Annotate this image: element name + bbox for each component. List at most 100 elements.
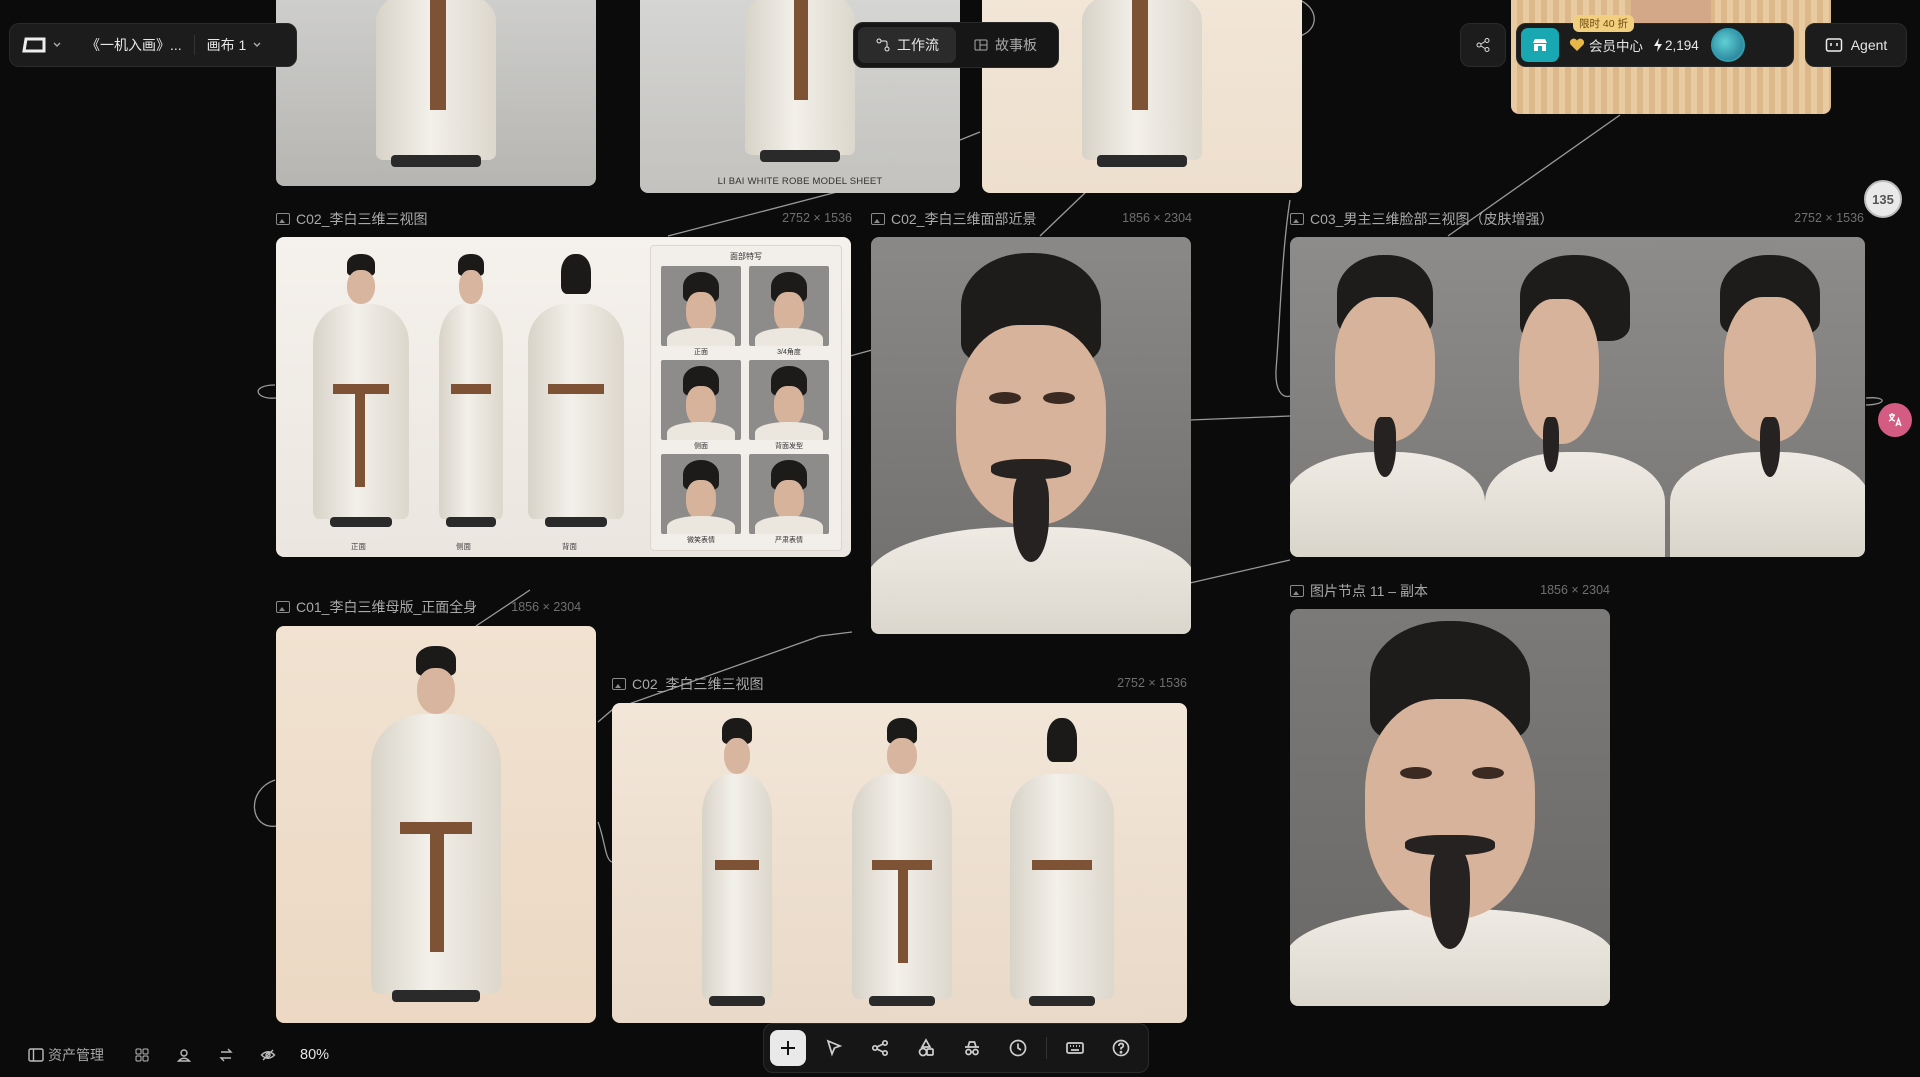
node-image	[1290, 237, 1865, 557]
face-thumbnail	[749, 360, 829, 440]
help-button[interactable]	[1103, 1030, 1139, 1066]
node-size: 1856 × 2304	[511, 600, 582, 614]
bottom-toolbar	[763, 1023, 1149, 1073]
face-thumbnail-label: 背面发型	[775, 443, 803, 450]
node-c02-face-closeup[interactable]	[871, 237, 1191, 634]
node-title: C02_李白三维面部近景	[871, 208, 1036, 230]
face-render	[1290, 609, 1610, 1006]
node-title: C02_李白三维三视图	[612, 673, 763, 695]
account-pill: 限时 40 折 会员中心 2,194	[1516, 15, 1794, 67]
avatar[interactable]	[1710, 28, 1745, 62]
chevron-down-icon	[253, 42, 261, 47]
user-icon[interactable]	[176, 1047, 192, 1063]
credits-display[interactable]: 2,194	[1653, 38, 1699, 53]
select-tool-button[interactable]	[816, 1030, 852, 1066]
face-thumbnail-label: 3/4角度	[777, 349, 801, 356]
translate-icon	[1888, 413, 1902, 427]
floating-badge[interactable]: 135	[1864, 180, 1902, 218]
image-icon	[1290, 213, 1304, 225]
top-node-left[interactable]	[276, 0, 596, 186]
plus-icon	[781, 1041, 795, 1055]
swap-icon[interactable]	[218, 1047, 234, 1063]
mode-switch: 工作流 故事板	[853, 22, 1059, 68]
translate-button[interactable]	[1878, 403, 1912, 437]
face-thumbnail	[661, 454, 741, 534]
figure-label-back: 背面	[562, 542, 577, 551]
figure-label-front: 正面	[351, 542, 366, 551]
sidebar-panel-icon	[28, 1048, 44, 1062]
logo-icon	[22, 37, 46, 53]
node-size: 1856 × 2304	[1540, 583, 1610, 597]
shapes-icon	[918, 1038, 934, 1057]
node-image	[871, 237, 1191, 634]
node-title: 图片节点 11 – 副本	[1290, 580, 1428, 602]
add-node-button[interactable]	[770, 1030, 806, 1066]
node-c02-three-view[interactable]	[612, 703, 1187, 1023]
question-icon	[1112, 1039, 1130, 1057]
figure-side	[416, 252, 526, 542]
face-render	[871, 237, 1191, 634]
image-icon	[1290, 585, 1304, 597]
face-collar	[667, 516, 735, 534]
image-icon	[276, 601, 290, 613]
face-collar	[667, 422, 735, 440]
node-c02-three-view-sheet[interactable]: 正面 侧面 背面 面部特写 正面 3/4角度 侧面 背面发型 微笑表情 严肃表情	[276, 237, 851, 557]
figure-side	[682, 718, 792, 1018]
figure	[366, 646, 506, 1016]
figure-back	[1002, 718, 1122, 1018]
project-menu: 《一机入画》... 画布 1	[9, 23, 297, 67]
nodes-icon	[871, 1039, 889, 1057]
shapes-tool-button[interactable]	[908, 1030, 944, 1066]
node-c01-full-body[interactable]	[276, 626, 596, 1023]
tab-storyboard[interactable]: 故事板	[956, 27, 1054, 63]
history-button[interactable]	[1000, 1030, 1036, 1066]
node-image	[612, 703, 1187, 1023]
member-center-button[interactable]: 限时 40 折 会员中心	[1569, 15, 1643, 55]
face-profile	[1480, 237, 1670, 557]
node-image	[276, 0, 596, 186]
node-title: C02_李白三维三视图	[276, 208, 427, 230]
figure	[366, 0, 506, 180]
node-image: 正面 侧面 背面 面部特写 正面 3/4角度 侧面 背面发型 微笑表情 严肃表情	[276, 237, 851, 557]
node-image	[1290, 609, 1610, 1006]
share-button[interactable]	[1460, 23, 1506, 67]
figure-front	[842, 718, 962, 1018]
agent-button[interactable]: Agent	[1805, 23, 1907, 67]
store-button[interactable]	[1521, 28, 1559, 62]
node-size: 2752 × 1536	[1794, 211, 1864, 225]
keyboard-shortcuts-button[interactable]	[1057, 1030, 1093, 1066]
face-skin	[686, 386, 716, 426]
face-thumbnail	[661, 360, 741, 440]
grid-icon[interactable]	[134, 1047, 150, 1063]
chevron-down-icon	[53, 42, 61, 47]
face-collar	[755, 422, 823, 440]
face-thumbnail-label: 正面	[694, 349, 708, 356]
image-icon	[871, 213, 885, 225]
store-icon	[1533, 39, 1547, 51]
node-title: C01_李白三维母版_正面全身 1856 × 2304	[276, 596, 581, 618]
face-collar	[755, 328, 823, 346]
heart-icon	[1569, 38, 1585, 51]
node-image-11-copy[interactable]	[1290, 609, 1610, 1006]
face-three-quarter	[1670, 237, 1865, 557]
tab-workflow[interactable]: 工作流	[858, 27, 956, 63]
assets-button[interactable]: 资产管理	[28, 1045, 104, 1065]
project-title[interactable]: 《一机入画》...	[86, 35, 182, 55]
logo-menu-button[interactable]	[20, 35, 62, 55]
image-icon	[276, 213, 290, 225]
figure-back	[516, 252, 636, 542]
connect-tool-button[interactable]	[862, 1030, 898, 1066]
node-title: C03_男主三维脸部三视图（皮肤增强）	[1290, 208, 1553, 230]
incognito-tool-button[interactable]	[954, 1030, 990, 1066]
canvas-selector[interactable]: 画布 1	[207, 35, 263, 55]
eye-off-icon[interactable]	[260, 1047, 276, 1063]
panel-title: 面部特写	[730, 252, 762, 261]
zoom-level[interactable]: 80%	[300, 1047, 329, 1063]
promo-badge: 限时 40 折	[1573, 15, 1635, 32]
face-thumbnail	[661, 266, 741, 346]
sheet-caption: LI BAI WHITE ROBE MODEL SHEET	[717, 176, 883, 187]
face-skin	[686, 292, 716, 332]
node-c03-face-three-view[interactable]	[1290, 237, 1865, 557]
clock-icon	[1009, 1039, 1027, 1057]
footer-left: 资产管理 80%	[28, 1043, 329, 1067]
